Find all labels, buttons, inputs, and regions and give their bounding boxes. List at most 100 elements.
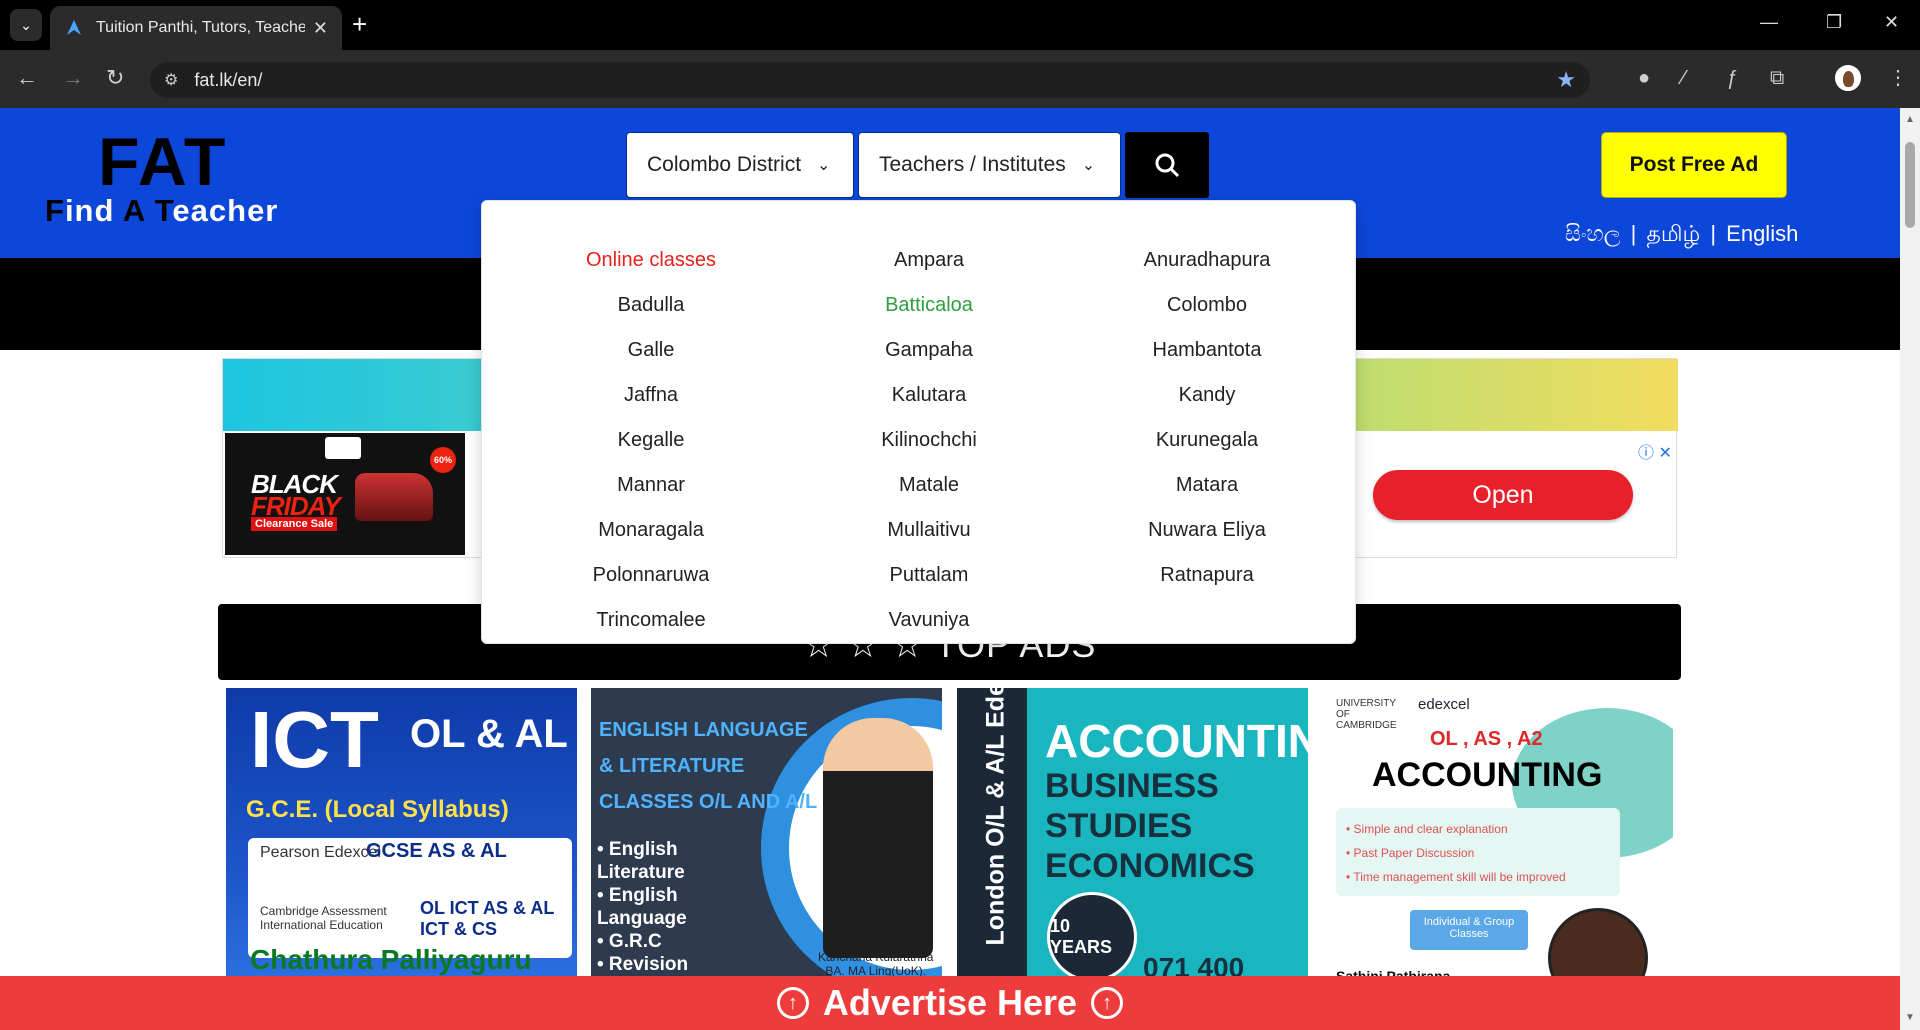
ad-card-cambridge[interactable]: UNIVERSITY OF CAMBRIDGE edexcel OL , AS … [1322, 688, 1673, 978]
ad-logo [325, 437, 361, 459]
window-close-icon[interactable]: ✕ [1884, 12, 1899, 33]
dropdown-item[interactable]: Polonnaruwa [512, 564, 790, 587]
dropdown-item-online-classes[interactable]: Online classes [512, 249, 790, 272]
scrollbar-thumb[interactable] [1905, 142, 1915, 228]
dropdown-item[interactable]: Kegalle [512, 429, 790, 452]
lang-english-link[interactable]: English [1726, 221, 1798, 246]
ad-info-icon[interactable]: ⓘ ✕ [1638, 439, 1672, 463]
search-button[interactable] [1125, 132, 1209, 198]
ad-card-accounting[interactable]: London O/L & A/L Edexcel/Cambridge ACCOU… [957, 688, 1308, 978]
dropdown-item[interactable]: Matale [790, 474, 1068, 497]
card-text: & LITERATURE [599, 755, 745, 777]
card-text: • Time management skill will be improved [1346, 870, 1566, 884]
district-select[interactable]: Colombo District ⌄ [626, 132, 854, 198]
ad-image[interactable]: BLACK FRIDAY Clearance Sale 60% [225, 433, 465, 555]
dropdown-item[interactable]: Kandy [1068, 384, 1346, 407]
ad-card-english[interactable]: ENGLISH LANGUAGE & LITERATURE CLASSES O/… [591, 688, 942, 978]
profile-avatar[interactable] [1835, 65, 1861, 91]
card-title: ENGLISH LANGUAGE & LITERATURE CLASSES O/… [599, 712, 817, 820]
minimize-icon[interactable]: — [1760, 12, 1778, 33]
dropdown-item[interactable]: Kilinochchi [790, 429, 1068, 452]
advertise-label: Advertise Here [822, 982, 1078, 1023]
chevron-down-icon: ⌄ [817, 157, 831, 174]
chevron-down-icon: ⌄ [20, 16, 32, 33]
logo-tagline[interactable]: Find A Teacher [45, 193, 278, 229]
teacher-photo [823, 718, 933, 958]
dropdown-item[interactable]: Kalutara [790, 384, 1068, 407]
search-icon [1155, 153, 1180, 178]
dropdown-item[interactable]: Anuradhapura [1068, 249, 1346, 272]
card-text: • English [597, 839, 678, 860]
dropdown-item[interactable]: Mullaitivu [790, 519, 1068, 542]
dropdown-item[interactable]: Galle [512, 339, 790, 362]
card-text: UNIVERSITY OF CAMBRIDGE [1336, 698, 1397, 731]
tab-search-button[interactable]: ⌄ [10, 9, 42, 41]
dropdown-item[interactable]: Trincomalee [512, 609, 790, 632]
function-extension-icon[interactable]: ƒ [1726, 66, 1737, 90]
card-text: OL & AL [410, 712, 568, 756]
scroll-up-icon[interactable]: ▲ [1905, 114, 1915, 125]
teacher-photo [1548, 908, 1648, 978]
district-dropdown-menu: Online classes Ampara Anuradhapura Badul… [481, 200, 1356, 644]
lang-separator: | [1710, 221, 1717, 246]
reload-icon[interactable]: ↻ [106, 66, 124, 90]
dropdown-item[interactable]: Jaffna [512, 384, 790, 407]
dropdown-item[interactable]: Badulla [512, 294, 790, 317]
card-text: CLASSES O/L AND A/L [599, 791, 818, 813]
dropdown-item[interactable]: Mannar [512, 474, 790, 497]
discount-badge: 60% [430, 447, 456, 473]
lang-sinhala-link[interactable]: සිංහල [1565, 221, 1621, 246]
pen-extension-icon[interactable]: ⁄ [1682, 66, 1685, 90]
restore-icon[interactable]: ❐ [1826, 12, 1842, 33]
category-select-value: Teachers / Institutes [879, 153, 1066, 176]
dropdown-item[interactable]: Ampara [790, 249, 1068, 272]
card-text: Cambridge Assessment International Educa… [260, 904, 387, 932]
back-arrow-icon[interactable]: ← [16, 66, 38, 90]
dropdown-item[interactable]: Matara [1068, 474, 1346, 497]
close-icon[interactable]: ✕ [313, 18, 328, 39]
ad-card-ict[interactable]: ICT OL & AL G.C.E. (Local Syllabus) Pear… [226, 688, 577, 978]
card-bullets: • English Literature • English Language … [597, 838, 688, 976]
forward-arrow-icon[interactable]: → [62, 66, 84, 90]
card-phone: 071 400 2418 [1143, 952, 1245, 978]
new-tab-button[interactable]: + [352, 11, 367, 37]
post-free-ad-button[interactable]: Post Free Ad [1601, 132, 1787, 198]
url-field[interactable]: ⚙ fat.lk/en/ ★ [150, 62, 1590, 98]
tagline-part: A [122, 193, 146, 228]
browser-tab-bar: ⌄ Tuition Panthi, Tutors, Teachers, ✕ + … [0, 0, 1920, 50]
dropdown-item[interactable]: Ratnapura [1068, 564, 1346, 587]
scroll-down-icon[interactable]: ▼ [1905, 1012, 1915, 1023]
site-settings-icon[interactable]: ⚙ [164, 70, 178, 90]
extension-icon[interactable]: ● [1638, 66, 1650, 90]
url-text: fat.lk/en/ [194, 69, 263, 90]
puzzle-icon[interactable]: ⧉ [1770, 66, 1784, 90]
browser-tab[interactable]: Tuition Panthi, Tutors, Teachers, ✕ [50, 6, 342, 50]
site-logo[interactable]: FAT [98, 128, 227, 196]
dropdown-item[interactable]: Gampaha [790, 339, 1068, 362]
dropdown-item[interactable]: Hambantota [1068, 339, 1346, 362]
tagline-part: T [154, 193, 173, 228]
page-scrollbar[interactable]: ▲ ▼ [1900, 108, 1920, 1030]
dropdown-item[interactable]: Monaragala [512, 519, 790, 542]
card-text: Kanchana Kularathna [818, 950, 934, 964]
dropdown-item[interactable]: Nuwara Eliya [1068, 519, 1346, 542]
dropdown-item-highlighted[interactable]: Batticaloa [790, 294, 1068, 317]
ad-open-button[interactable]: Open [1373, 470, 1633, 520]
dropdown-item[interactable]: Kurunegala [1068, 429, 1346, 452]
dropdown-item[interactable]: Puttalam [790, 564, 1068, 587]
category-select[interactable]: Teachers / Institutes ⌄ [858, 132, 1121, 198]
card-text: • Simple and clear explanation [1346, 822, 1508, 836]
arrow-up-circle-icon: ↑ [776, 987, 809, 1019]
address-bar: ← → ↻ ⚙ fat.lk/en/ ★ ● ⁄ ƒ ⧉ ⋮ [0, 50, 1920, 108]
advertise-here-bar[interactable]: ↑ Advertise Here ↑ [0, 976, 1900, 1030]
card-text: ECONOMICS [1045, 847, 1255, 885]
bookmark-star-icon[interactable]: ★ [1556, 67, 1576, 93]
district-select-value: Colombo District [647, 153, 802, 176]
dropdown-item[interactable]: Colombo [1068, 294, 1346, 317]
lang-tamil-link[interactable]: தமிழ் [1646, 221, 1700, 246]
card-text: OL ICT AS & AL ICT & CS [420, 898, 555, 939]
card-text: London O/L & A/L Edexcel/Cambridge [981, 688, 1010, 946]
card-text: ACCOUNTING [1045, 715, 1308, 767]
kebab-menu-icon[interactable]: ⋮ [1888, 66, 1908, 90]
dropdown-item[interactable]: Vavuniya [790, 609, 1068, 632]
